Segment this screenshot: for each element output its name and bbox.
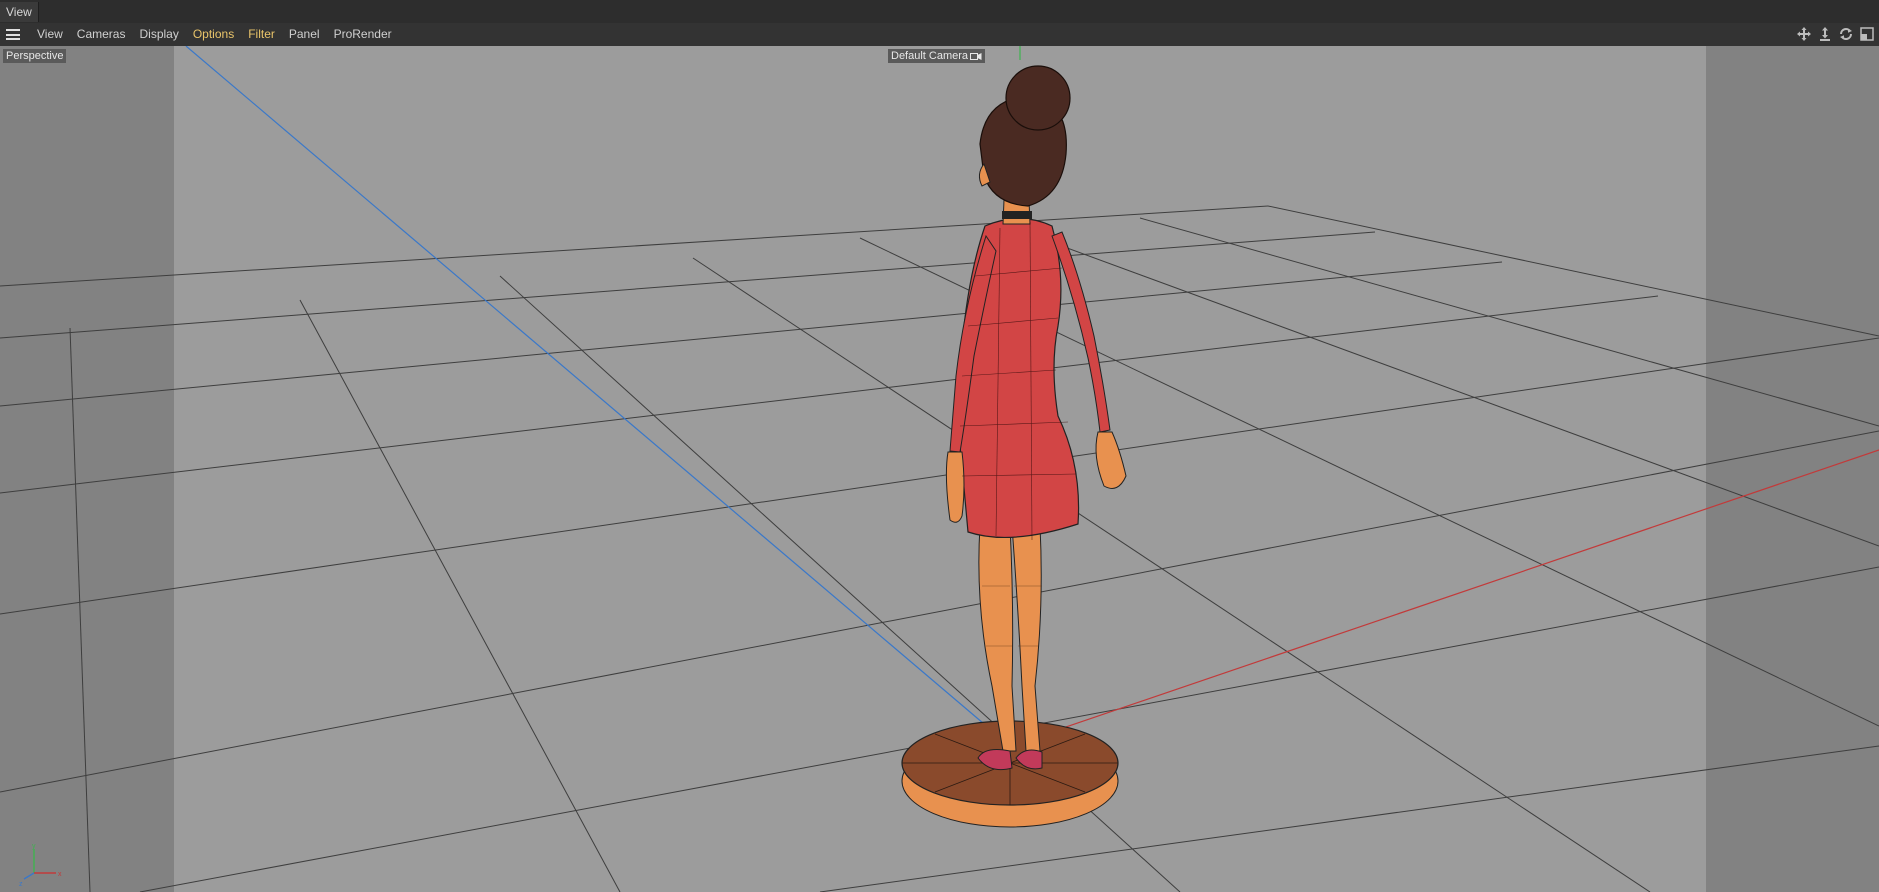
hamburger-menu-icon[interactable] — [6, 29, 20, 40]
camera-label-text: Default Camera — [891, 50, 969, 62]
camera-icon — [970, 53, 982, 60]
choker — [1002, 211, 1032, 219]
safe-frame-left — [0, 46, 174, 892]
move-view-icon[interactable] — [1796, 26, 1812, 42]
menu-options[interactable]: Options — [186, 23, 241, 46]
viewport-scene[interactable] — [0, 46, 1879, 892]
safe-frame-right — [1706, 46, 1879, 892]
menu-filter[interactable]: Filter — [241, 23, 282, 46]
axis-gizmo: y x z — [19, 843, 62, 887]
projection-label[interactable]: Perspective — [3, 49, 67, 63]
gizmo-x-label: x — [58, 871, 62, 878]
menu-items: View Cameras Display Options Filter Pane… — [30, 23, 399, 46]
left-hand — [945, 451, 965, 523]
menu-cameras[interactable]: Cameras — [70, 23, 133, 46]
viewport-nav-icons — [1796, 26, 1875, 42]
3d-viewport[interactable]: Perspective Default Camera y x z — [0, 46, 1879, 892]
viewport-menu-bar: View Cameras Display Options Filter Pane… — [0, 23, 1879, 47]
panel-tab-view[interactable]: View — [0, 2, 39, 22]
cinema4d-view-panel: View View Cameras Display Options Filter… — [0, 0, 1879, 892]
toggle-layout-icon[interactable] — [1859, 26, 1875, 42]
camera-label[interactable]: Default Camera — [888, 49, 986, 63]
hair-bun — [1005, 65, 1071, 131]
gizmo-z-label: z — [19, 881, 23, 887]
title-bar: View — [0, 0, 1879, 24]
menu-panel[interactable]: Panel — [282, 23, 327, 46]
menu-prorender[interactable]: ProRender — [327, 23, 399, 46]
gizmo-y-label: y — [32, 843, 36, 850]
menu-view[interactable]: View — [30, 23, 70, 46]
dolly-view-icon[interactable] — [1817, 26, 1833, 42]
menu-display[interactable]: Display — [132, 23, 185, 46]
rotate-view-icon[interactable] — [1838, 26, 1854, 42]
